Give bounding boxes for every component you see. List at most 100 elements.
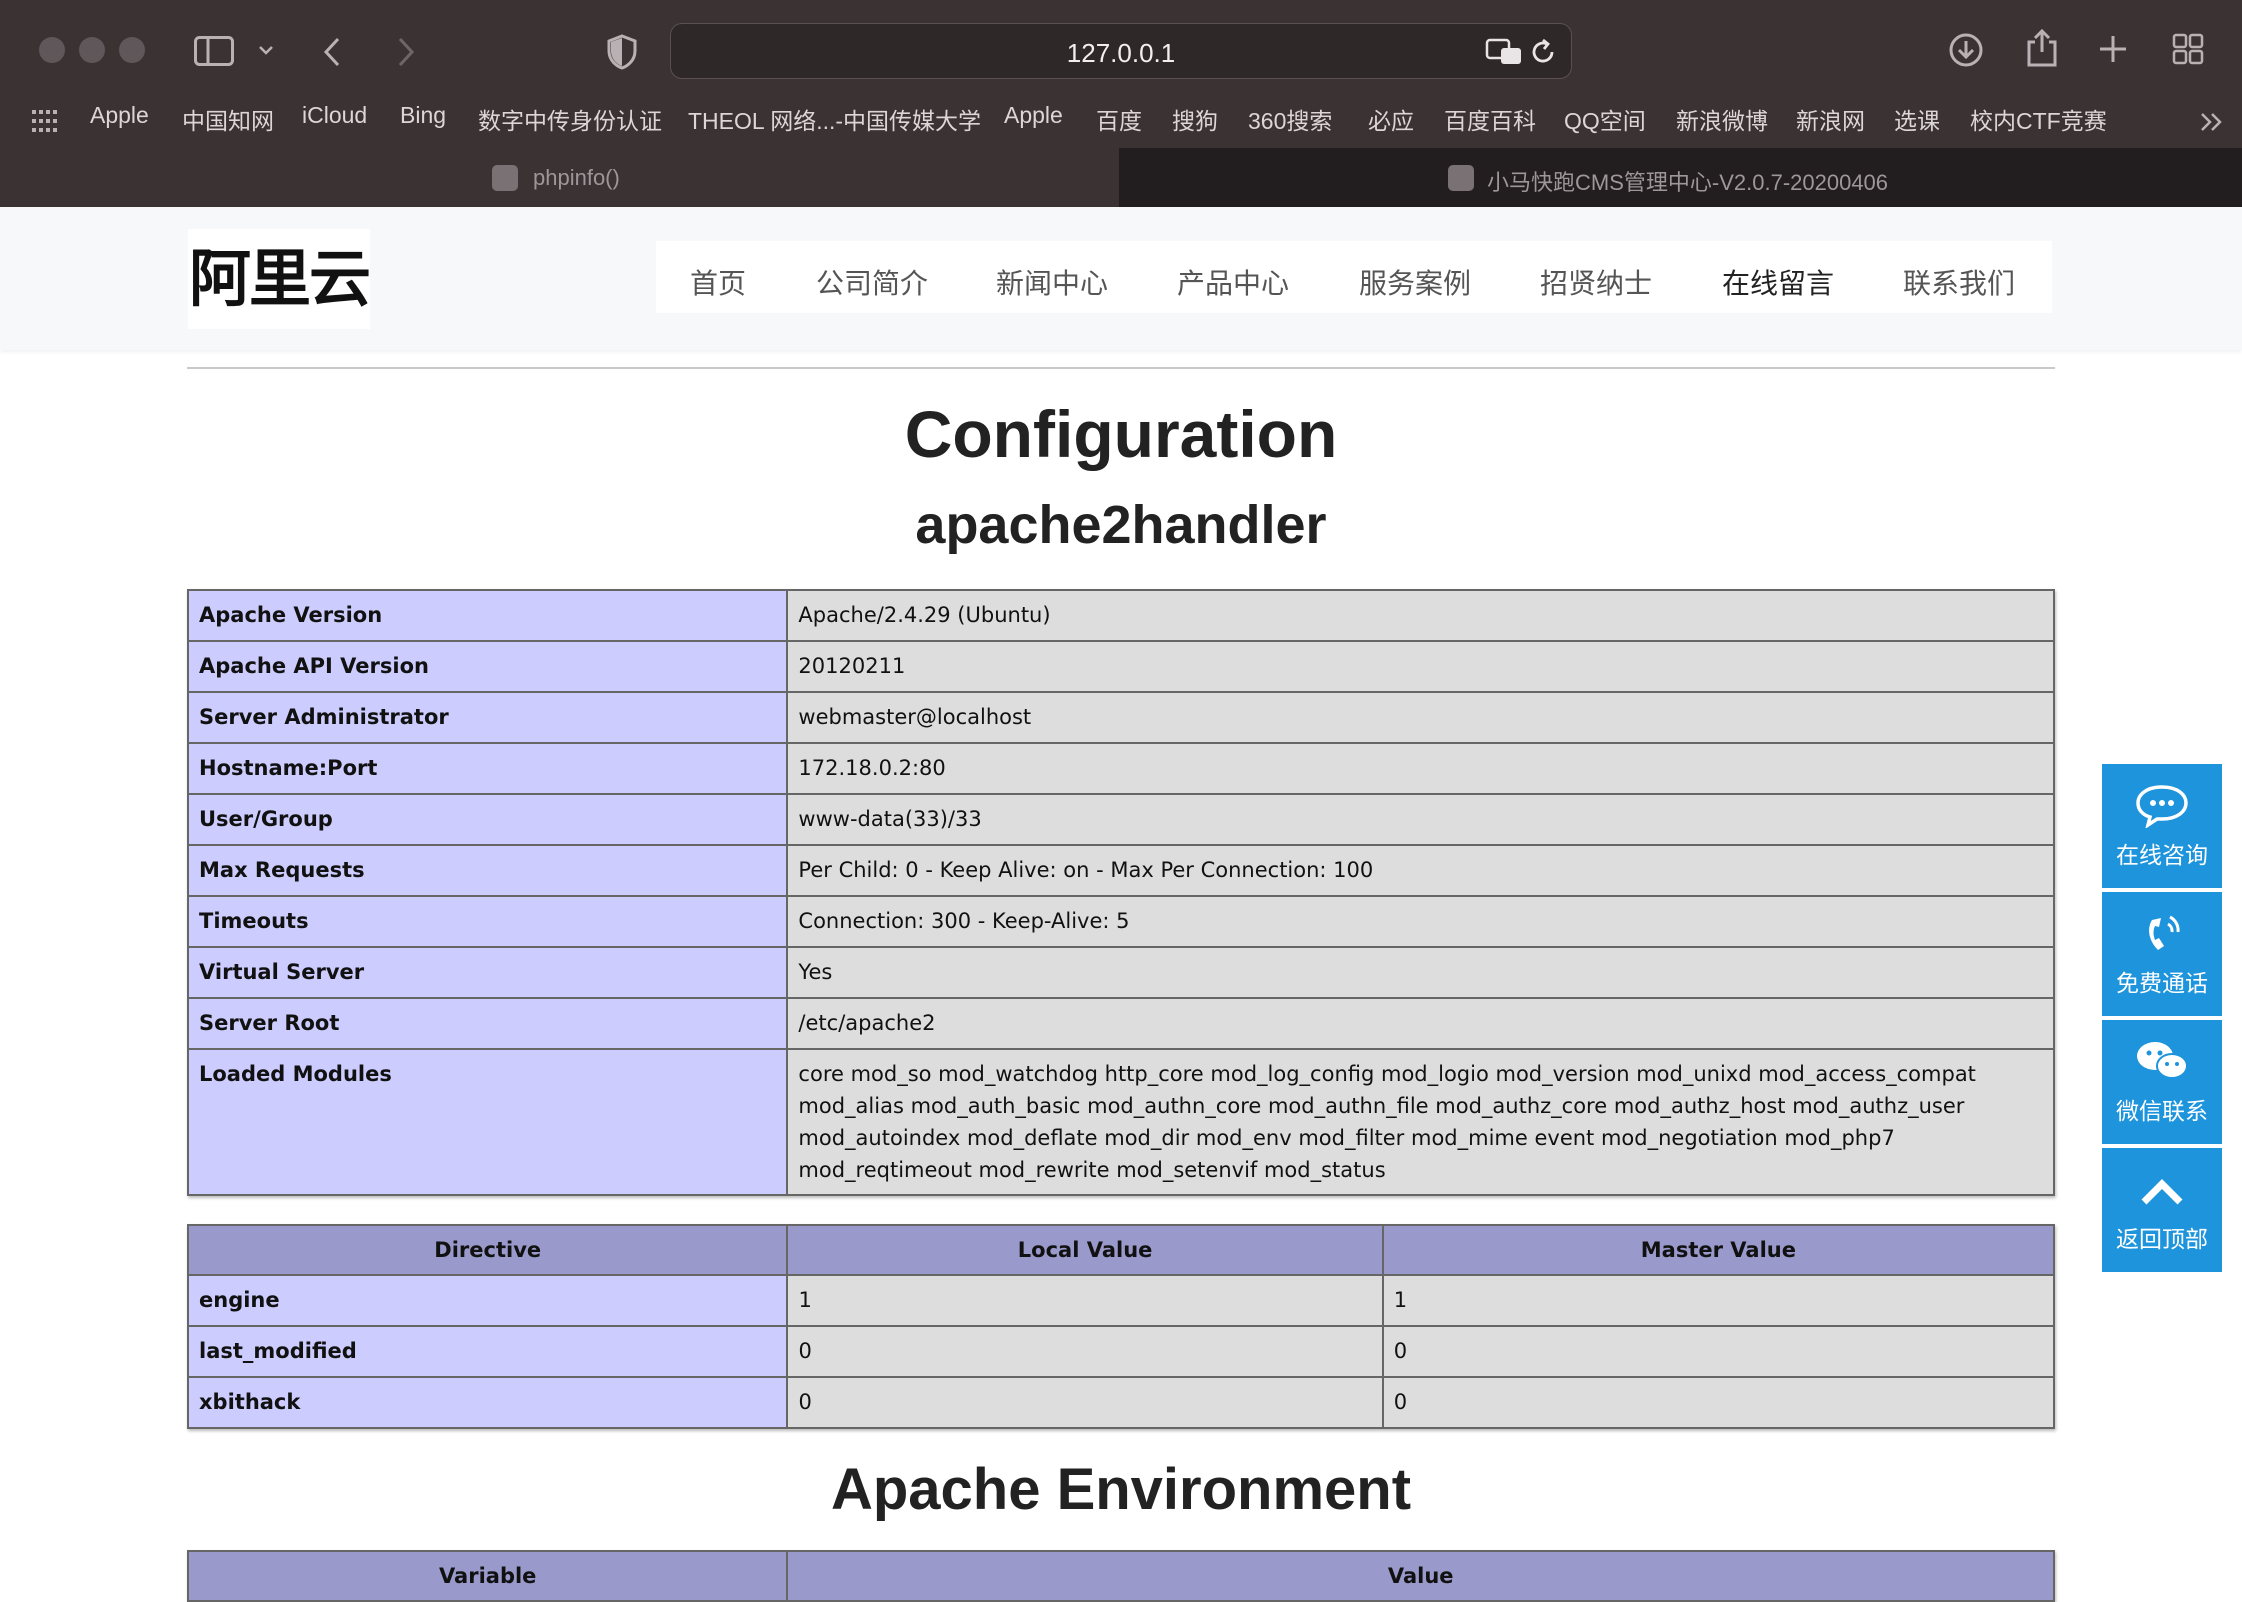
bookmark-item[interactable]: QQ空间 <box>1564 102 1646 136</box>
bookmark-item[interactable]: iCloud <box>302 102 367 129</box>
local-value: 1 <box>786 1274 1384 1327</box>
site-logo[interactable]: 阿里云 <box>188 229 371 329</box>
tab-bar: phpinfo() 小马快跑CMS管理中心-V2.0.7-20200406 <box>0 148 2242 207</box>
tab-phpinfo[interactable]: phpinfo() <box>0 148 1120 207</box>
zoom-window-button[interactable] <box>119 37 145 63</box>
bookmark-item[interactable]: 百度 <box>1096 102 1142 136</box>
config-key: Apache Version <box>186 589 789 642</box>
nav-item-home[interactable]: 首页 <box>690 262 746 302</box>
config-key: Hostname:Port <box>186 742 789 795</box>
nav-item-about[interactable]: 公司简介 <box>816 262 928 302</box>
config-value: /etc/apache2 <box>786 997 2055 1050</box>
nav-item-cases[interactable]: 服务案例 <box>1359 262 1471 302</box>
config-key: Virtual Server <box>186 946 789 999</box>
wechat-contact-button[interactable]: 微信联系 <box>2102 1020 2222 1144</box>
url-text[interactable]: 127.0.0.1 <box>671 38 1571 69</box>
site-header: 阿里云 首页 公司简介 新闻中心 产品中心 服务案例 招贤纳士 在线留言 联系我… <box>0 207 2242 350</box>
local-value: 0 <box>786 1325 1384 1378</box>
bookmark-item[interactable]: 360搜索 <box>1248 102 1332 136</box>
nav-item-products[interactable]: 产品中心 <box>1177 262 1289 302</box>
config-key: Max Requests <box>186 844 789 897</box>
config-key: Timeouts <box>186 895 789 948</box>
master-value: 0 <box>1381 1325 2056 1378</box>
browser-chrome: 127.0.0.1 Apple 中国知网 iCloud Bing 数字中传身份认… <box>0 0 2242 207</box>
forward-arrow-icon[interactable] <box>396 36 416 68</box>
bookmark-item[interactable]: Apple <box>90 102 149 129</box>
directive-name: xbithack <box>186 1376 789 1429</box>
page-favicon-icon <box>492 165 518 191</box>
config-key: User/Group <box>186 793 789 846</box>
table-header-row: Variable Value <box>186 1550 2055 1602</box>
config-value: 172.18.0.2:80 <box>786 742 2055 795</box>
sidebar-toggle-icon[interactable] <box>194 36 234 66</box>
table-row: Hostname:Port 172.18.0.2:80 <box>186 742 2055 795</box>
table-row: Server Root/etc/apache2 <box>186 997 2055 1050</box>
chevron-up-icon <box>2141 1179 2183 1205</box>
button-label: 返回顶部 <box>2116 1227 2208 1253</box>
back-arrow-icon[interactable] <box>322 36 342 68</box>
table-row: Max Requests Per Child: 0 - Keep Alive: o… <box>186 844 2055 897</box>
bookmark-item[interactable]: THEOL 网络...-中国传媒大学 <box>688 102 981 136</box>
bookmark-item[interactable]: Bing <box>400 102 446 129</box>
address-bar[interactable]: 127.0.0.1 <box>670 23 1572 79</box>
bookmark-item[interactable]: 数字中传身份认证 <box>478 102 662 136</box>
config-value: core mod_so mod_watchdog http_core mod_l… <box>786 1048 2055 1196</box>
reload-icon[interactable] <box>1531 38 1557 66</box>
bookmark-item[interactable]: 新浪网 <box>1796 102 1865 136</box>
close-window-button[interactable] <box>39 37 65 63</box>
bookmark-item[interactable]: 校内CTF竞赛 <box>1970 102 2107 136</box>
divider <box>187 367 2055 369</box>
nav-item-news[interactable]: 新闻中心 <box>996 262 1108 302</box>
table-header-row: Directive Local Value Master Value <box>186 1224 2056 1276</box>
chevron-down-icon[interactable] <box>258 44 274 56</box>
bookmark-item[interactable]: 选课 <box>1894 102 1940 136</box>
tab-label: 小马快跑CMS管理中心-V2.0.7-20200406 <box>1487 170 1889 195</box>
translate-icon[interactable] <box>1485 38 1523 66</box>
config-key: Server Root <box>186 997 789 1050</box>
table-row: last_modified 0 0 <box>186 1325 2056 1378</box>
back-to-top-button[interactable]: 返回顶部 <box>2102 1148 2222 1272</box>
downloads-icon[interactable] <box>1948 32 1984 68</box>
local-value: 0 <box>786 1376 1384 1429</box>
config-key: Server Administrator <box>186 691 789 744</box>
table-row: User/Group www-data(33)/33 <box>186 793 2055 846</box>
master-value: 1 <box>1381 1274 2056 1327</box>
button-label: 在线咨询 <box>2116 843 2208 869</box>
privacy-shield-icon[interactable] <box>606 34 638 70</box>
tab-overview-icon[interactable] <box>2172 33 2204 65</box>
minimize-window-button[interactable] <box>79 37 105 63</box>
table-row: Loaded Modules core mod_so mod_watchdog h… <box>186 1048 2055 1196</box>
config-value: www-data(33)/33 <box>786 793 2055 846</box>
tab-cms[interactable]: 小马快跑CMS管理中心-V2.0.7-20200406 <box>1120 148 2242 207</box>
nav-item-contact[interactable]: 联系我们 <box>1903 262 2015 302</box>
apps-grid-icon[interactable] <box>32 110 58 132</box>
bookmark-item[interactable]: Apple <box>1004 102 1063 129</box>
section-title: Configuration <box>904 397 1338 471</box>
column-header: Local Value <box>786 1224 1384 1276</box>
bookmarks-bar: Apple 中国知网 iCloud Bing 数字中传身份认证 THEOL 网络… <box>0 102 2242 138</box>
bookmark-item[interactable]: 百度百科 <box>1444 102 1536 136</box>
table-row: Virtual Server Yes <box>186 946 2055 999</box>
table-row: Apache Version Apache/2.4.29 (Ubuntu) <box>186 589 2055 642</box>
bookmark-item[interactable]: 中国知网 <box>182 102 274 136</box>
button-label: 免费通话 <box>2116 971 2208 997</box>
share-icon[interactable] <box>2026 28 2058 68</box>
more-bookmarks-icon[interactable] <box>2200 112 2224 132</box>
free-call-button[interactable]: 免费通话 <box>2102 892 2222 1016</box>
button-label: 微信联系 <box>2116 1099 2208 1125</box>
bookmark-item[interactable]: 新浪微博 <box>1676 102 1768 136</box>
nav-item-guestbook[interactable]: 在线留言 <box>1722 262 1834 302</box>
module-title: apache2handler <box>915 495 1327 555</box>
bookmark-item[interactable]: 搜狗 <box>1172 102 1218 136</box>
tab-label: phpinfo() <box>533 165 620 190</box>
table-row: Apache API Version 20120211 <box>186 640 2055 693</box>
config-value: Connection: 300 - Keep-Alive: 5 <box>786 895 2055 948</box>
config-key: Apache API Version <box>186 640 789 693</box>
online-consult-button[interactable]: 在线咨询 <box>2102 764 2222 888</box>
bookmark-item[interactable]: 必应 <box>1368 102 1414 136</box>
new-tab-icon[interactable] <box>2098 34 2128 64</box>
nav-item-jobs[interactable]: 招贤纳士 <box>1540 262 1652 302</box>
table-row: Server Administrator webmaster@localhost <box>186 691 2055 744</box>
config-value: Yes <box>786 946 2055 999</box>
config-key: Loaded Modules <box>186 1048 789 1196</box>
